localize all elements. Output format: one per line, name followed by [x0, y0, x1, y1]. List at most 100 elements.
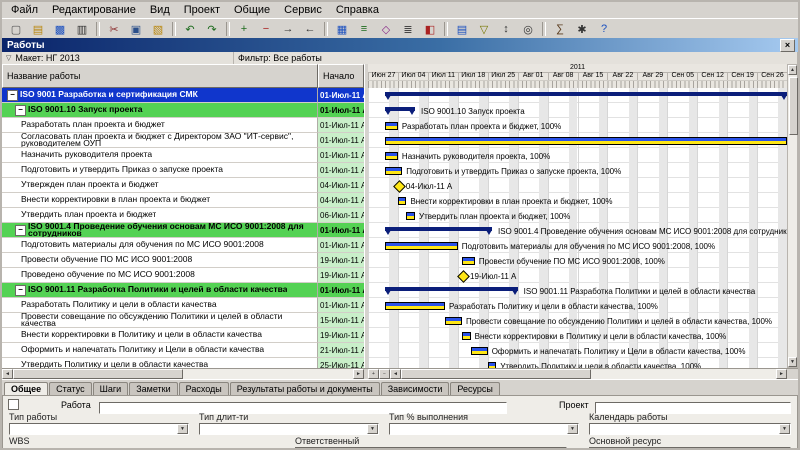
table-row[interactable]: −ISO 9001.11 Разработка Политики и целей…: [2, 283, 364, 298]
find-icon[interactable]: ◎: [518, 20, 538, 38]
task-bar[interactable]: [385, 167, 402, 175]
field-combo[interactable]: ▼: [9, 423, 189, 435]
column-header-name[interactable]: Название работы: [2, 64, 318, 88]
layout-selector[interactable]: ▽ Макет: НГ 2013: [2, 52, 234, 64]
detail-tab[interactable]: Заметки: [129, 382, 177, 395]
detail-tab[interactable]: Ресурсы: [450, 382, 500, 395]
field-combo[interactable]: ▼: [589, 423, 791, 435]
task-bar[interactable]: [385, 137, 787, 145]
table-row[interactable]: Провести совещание по обсуждению Политик…: [2, 313, 364, 328]
task-bar[interactable]: [406, 212, 415, 220]
table-row[interactable]: Разработать план проекта и бюджет01-Июл-…: [2, 118, 364, 133]
task-bar[interactable]: [385, 302, 445, 310]
calendar-icon[interactable]: ▤: [452, 20, 472, 38]
paste-icon[interactable]: ▧: [148, 20, 168, 38]
table-row[interactable]: Согласовать план проекта и бюджет с Дире…: [2, 133, 364, 148]
task-bar[interactable]: [462, 332, 471, 340]
calculate-icon[interactable]: ∑: [550, 20, 570, 38]
sort-icon[interactable]: ↕: [496, 20, 516, 38]
table-row[interactable]: Подготовить и утвердить Приказ о запуске…: [2, 163, 364, 178]
task-bar[interactable]: [445, 317, 462, 325]
field-combo[interactable]: ▼: [199, 423, 379, 435]
copy-icon[interactable]: ▣: [126, 20, 146, 38]
detail-tab[interactable]: Общее: [4, 382, 48, 396]
menu-item[interactable]: Сервис: [277, 3, 329, 17]
field-combo[interactable]: ▼: [389, 423, 579, 435]
chevron-down-icon[interactable]: ▼: [567, 424, 578, 434]
table-view-icon[interactable]: ▦: [332, 20, 352, 38]
menu-item[interactable]: Файл: [4, 3, 45, 17]
chevron-down-icon[interactable]: ▼: [177, 424, 188, 434]
menu-item[interactable]: Общие: [227, 3, 277, 17]
table-row[interactable]: Утвердить Политику и цели в области каче…: [2, 358, 364, 368]
table-row[interactable]: Разработать Политику и цели в области ка…: [2, 298, 364, 313]
detail-tab[interactable]: Шаги: [93, 382, 129, 395]
detail-tab[interactable]: Статус: [49, 382, 91, 395]
resources-view-icon[interactable]: ≣: [398, 20, 418, 38]
vertical-scroll-thumb[interactable]: [789, 77, 798, 135]
open-icon[interactable]: ▤: [28, 20, 48, 38]
undo-icon[interactable]: ↶: [180, 20, 200, 38]
table-row[interactable]: −ISO 9001 Разработка и сертификация СМК0…: [2, 88, 364, 103]
zoom-in-icon[interactable]: +: [368, 369, 379, 379]
table-hscroll-thumb[interactable]: [13, 369, 183, 379]
zoom-out-icon[interactable]: −: [379, 369, 390, 379]
table-row[interactable]: Утвердить план проекта и бюджет06-Июл-11…: [2, 208, 364, 223]
summary-bar[interactable]: [385, 227, 492, 231]
collapse-icon[interactable]: −: [7, 90, 18, 101]
network-view-icon[interactable]: ◇: [376, 20, 396, 38]
settings-icon[interactable]: ✱: [572, 20, 592, 38]
detail-tab[interactable]: Результаты работы и документы: [230, 382, 380, 395]
collapse-icon[interactable]: −: [15, 105, 26, 116]
column-header-start[interactable]: Начало: [318, 64, 364, 88]
detail-tab[interactable]: Расходы: [179, 382, 229, 395]
collapse-icon[interactable]: −: [15, 285, 26, 296]
outdent-icon[interactable]: ←: [300, 20, 320, 38]
table-row[interactable]: Провести обучение ПО МС ИСО 9001:200819-…: [2, 253, 364, 268]
table-row[interactable]: Подготовить материалы для обучения по МС…: [2, 238, 364, 253]
redo-icon[interactable]: ↷: [202, 20, 222, 38]
table-row[interactable]: −ISO 9001.10 Запуск проекта01-Июл-11 А: [2, 103, 364, 118]
scroll-down-icon[interactable]: ▼: [788, 357, 797, 367]
gantt-vertical-scrollbar[interactable]: ▲ ▼: [787, 64, 798, 368]
gantt-hscroll-thumb[interactable]: [401, 369, 591, 379]
table-row[interactable]: −ISO 9001.4 Проведение обучения основам …: [2, 223, 364, 238]
task-bar[interactable]: [385, 242, 458, 250]
menu-item[interactable]: Справка: [329, 3, 386, 17]
scroll-right-icon[interactable]: ►: [776, 369, 787, 379]
summary-bar[interactable]: [385, 107, 415, 111]
chevron-down-icon[interactable]: ▼: [779, 424, 790, 434]
scroll-left-icon[interactable]: ◄: [390, 369, 401, 379]
milestone-diamond[interactable]: [457, 270, 470, 283]
table-row[interactable]: Внести корректировки в план проекта и бю…: [2, 193, 364, 208]
task-bar[interactable]: [462, 257, 475, 265]
print-icon[interactable]: ▥: [72, 20, 92, 38]
indent-icon[interactable]: →: [278, 20, 298, 38]
table-row[interactable]: Проведено обучение по МС ИСО 9001:200819…: [2, 268, 364, 283]
cut-icon[interactable]: ✂: [104, 20, 124, 38]
close-icon[interactable]: ×: [780, 39, 795, 52]
table-row[interactable]: Оформить и напечатать Политику и Цели в …: [2, 343, 364, 358]
detail-tab[interactable]: Зависимости: [381, 382, 450, 395]
summary-bar[interactable]: [385, 92, 787, 96]
menu-item[interactable]: Проект: [177, 3, 227, 17]
scroll-right-icon[interactable]: ►: [353, 369, 364, 379]
table-row[interactable]: Внести корректировки в Политику и цели в…: [2, 328, 364, 343]
task-bar[interactable]: [385, 122, 398, 130]
scroll-up-icon[interactable]: ▲: [788, 65, 797, 75]
summary-bar[interactable]: [385, 287, 518, 291]
table-row[interactable]: Утвержден план проекта и бюджет04-Июл-11…: [2, 178, 364, 193]
gantt-view-icon[interactable]: ≡: [354, 20, 374, 38]
task-bar[interactable]: [385, 152, 398, 160]
table-row[interactable]: Назначить руководителя проекта01-Июл-11 …: [2, 148, 364, 163]
menu-item[interactable]: Вид: [143, 3, 177, 17]
add-row-icon[interactable]: +: [234, 20, 254, 38]
delete-row-icon[interactable]: −: [256, 20, 276, 38]
new-icon[interactable]: ▢: [6, 20, 26, 38]
filter-selector[interactable]: Фильтр: Все работы: [234, 52, 798, 64]
chevron-down-icon[interactable]: ▼: [367, 424, 378, 434]
filter-icon[interactable]: ▽: [474, 20, 494, 38]
menu-item[interactable]: Редактирование: [45, 3, 143, 17]
collapse-icon[interactable]: −: [15, 225, 26, 236]
scroll-left-icon[interactable]: ◄: [2, 369, 13, 379]
